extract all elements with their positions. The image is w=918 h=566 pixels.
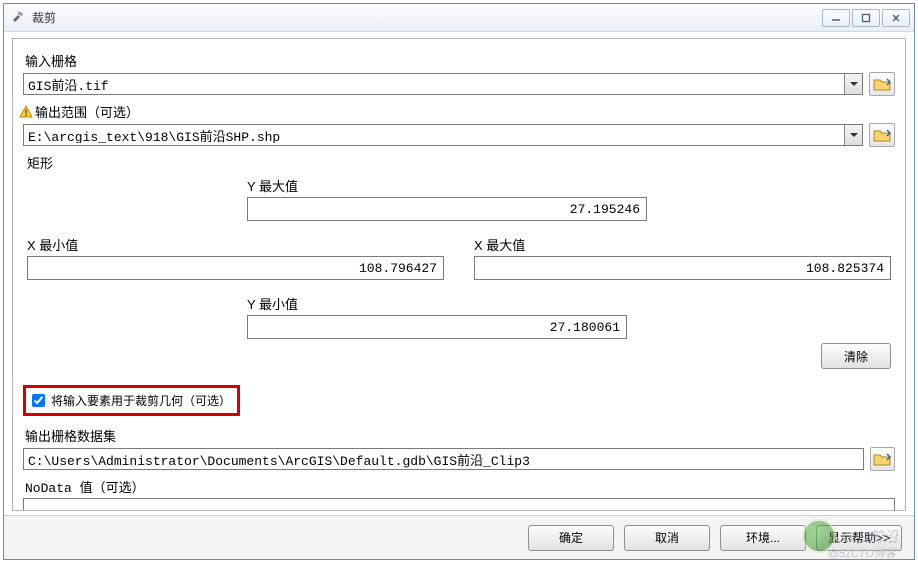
x-min-label: X 最小值 bbox=[27, 235, 444, 254]
warning-icon bbox=[19, 105, 33, 119]
y-max-input[interactable] bbox=[247, 197, 647, 221]
maximize-button[interactable] bbox=[852, 9, 880, 27]
y-max-label: Y 最大值 bbox=[247, 176, 647, 195]
window-controls bbox=[822, 9, 910, 27]
browse-output-raster-button[interactable] bbox=[870, 447, 895, 471]
use-features-label: 将输入要素用于裁剪几何（可选） bbox=[51, 392, 231, 409]
clear-extent-button[interactable]: 清除 bbox=[821, 343, 891, 369]
output-extent-combo[interactable] bbox=[23, 124, 863, 146]
output-raster-input[interactable] bbox=[23, 448, 864, 470]
output-extent-input[interactable] bbox=[24, 128, 844, 143]
environments-button[interactable]: 环境... bbox=[720, 525, 806, 551]
output-raster-label: 输出栅格数据集 bbox=[25, 426, 895, 445]
window-title: 裁剪 bbox=[32, 9, 56, 26]
ok-button[interactable]: 确定 bbox=[528, 525, 614, 551]
browse-input-raster-button[interactable] bbox=[869, 72, 895, 96]
chevron-down-icon[interactable] bbox=[844, 125, 862, 145]
y-min-input[interactable] bbox=[247, 315, 627, 339]
input-raster-label: 输入栅格 bbox=[25, 51, 895, 70]
nodata-input[interactable] bbox=[23, 498, 895, 511]
nodata-label: NoData 值（可选） bbox=[25, 477, 895, 496]
hammer-icon bbox=[10, 10, 26, 26]
input-raster-input[interactable] bbox=[24, 77, 844, 92]
close-button[interactable] bbox=[882, 9, 910, 27]
cancel-button[interactable]: 取消 bbox=[624, 525, 710, 551]
y-min-label: Y 最小值 bbox=[247, 294, 647, 313]
rectangle-label: 矩形 bbox=[27, 153, 895, 172]
extent-inputs: Y 最大值 X 最小值 X 最大值 Y 最小值 bbox=[27, 176, 891, 369]
minimize-button[interactable] bbox=[822, 9, 850, 27]
titlebar: 裁剪 bbox=[4, 4, 914, 32]
x-min-input[interactable] bbox=[27, 256, 444, 280]
browse-output-extent-button[interactable] bbox=[869, 123, 895, 147]
input-raster-combo[interactable] bbox=[23, 73, 863, 95]
watermark-subtext: @51CTO博客 bbox=[828, 545, 896, 561]
x-max-input[interactable] bbox=[474, 256, 891, 280]
form-panel: 输入栅格 输出范围（可选） 矩形 bbox=[12, 38, 906, 511]
chevron-down-icon[interactable] bbox=[844, 74, 862, 94]
dialog-footer: 确定 取消 环境... 显示帮助>> bbox=[4, 515, 914, 559]
highlighted-option: 将输入要素用于裁剪几何（可选） bbox=[23, 385, 240, 416]
x-max-label: X 最大值 bbox=[474, 235, 891, 254]
use-features-checkbox[interactable] bbox=[32, 394, 45, 407]
output-extent-label: 输出范围（可选） bbox=[19, 102, 895, 121]
clip-tool-window: 裁剪 输入栅格 输出范围（可选） bbox=[3, 3, 915, 560]
